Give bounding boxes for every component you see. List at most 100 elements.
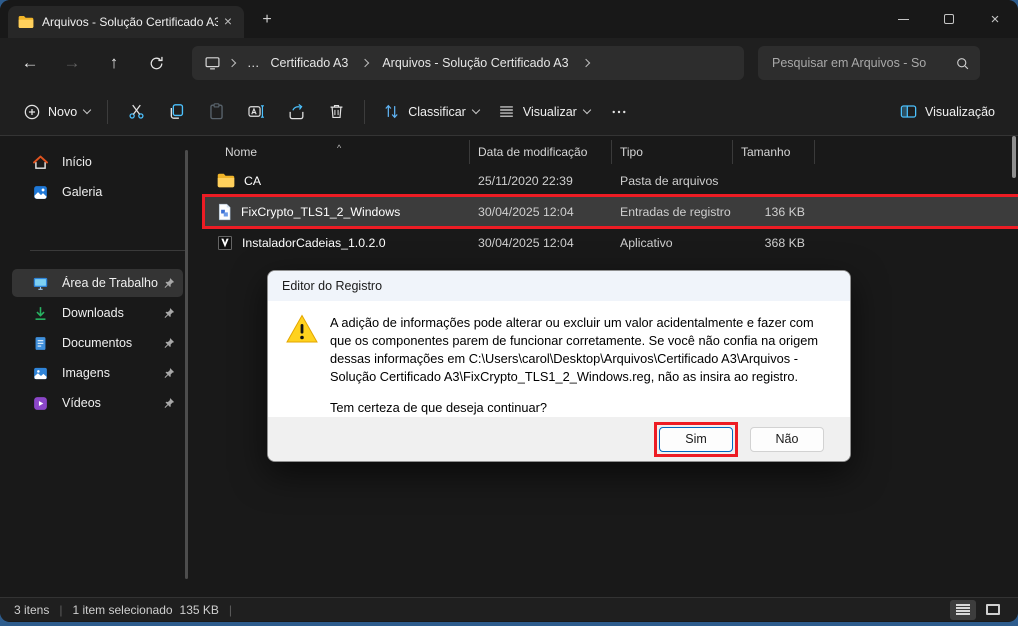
content-scrollbar[interactable] [1012, 136, 1016, 178]
divider [107, 100, 108, 124]
column-header-tamanho[interactable]: Tamanho [733, 140, 815, 164]
search-input[interactable] [772, 56, 955, 70]
yes-button[interactable]: Sim [659, 427, 733, 452]
column-header-data[interactable]: Data de modificação [470, 140, 612, 164]
dialog-footer: Sim Não [268, 417, 850, 461]
warning-icon [286, 314, 318, 417]
share-button[interactable] [276, 95, 316, 129]
downloads-icon [32, 305, 49, 322]
minimize-button[interactable] [880, 0, 926, 38]
sidebar-item-label: Vídeos [62, 396, 162, 410]
delete-button[interactable] [316, 95, 356, 129]
sidebar-scrollbar[interactable] [185, 150, 188, 579]
file-name: InstaladorCadeias_1.0.2.0 [242, 236, 386, 250]
view-button-label: Visualizar [523, 105, 577, 119]
chevron-down-icon [83, 105, 91, 113]
view-button[interactable]: Visualizar [488, 96, 599, 127]
active-tab[interactable]: Arquivos - Solução Certificado A3 × [8, 6, 244, 38]
details-view-button[interactable] [950, 600, 976, 620]
file-type: Aplicativo [612, 236, 733, 250]
breadcrumb-item[interactable]: Certificado A3 [265, 56, 355, 70]
desktop-icon [32, 275, 49, 292]
new-button-label: Novo [48, 105, 77, 119]
navigation-bar: ← → ↑ … Certificado A3 Arquivos - Soluçã… [0, 38, 1018, 88]
sidebar-item-label: Documentos [62, 336, 162, 350]
large-icons-view-icon [986, 604, 1000, 615]
dialog-titlebar: Editor do Registro [268, 271, 850, 301]
file-modified: 30/04/2025 12:04 [470, 236, 612, 250]
sort-ascending-icon: ^ [337, 136, 341, 160]
new-button[interactable]: Novo [14, 97, 99, 127]
cut-button[interactable] [116, 95, 156, 129]
sidebar-item-label: Área de Trabalho [62, 276, 162, 290]
chevron-right-icon [361, 59, 369, 67]
pin-icon [162, 337, 175, 350]
plus-circle-icon [23, 103, 41, 121]
documents-icon [32, 335, 49, 352]
tab-close-icon[interactable]: × [218, 12, 238, 32]
view-lines-icon [497, 102, 516, 121]
chevron-right-icon [228, 59, 236, 67]
breadcrumb-item-current[interactable]: Arquivos - Solução Certificado A3 [376, 56, 574, 70]
tab-bar: Arquivos - Solução Certificado A3 × + × [0, 0, 1018, 38]
close-button[interactable]: × [972, 0, 1018, 38]
item-count: 3 itens [14, 603, 49, 617]
status-bar: 3 itens | 1 item selecionado 135 KB | [0, 597, 1018, 621]
selection-size: 135 KB [180, 603, 219, 617]
table-row-fixcrypto[interactable]: FixCrypto_TLS1_2_Windows 30/04/2025 12:0… [205, 197, 1018, 226]
sidebar-item-documentos[interactable]: Documentos [12, 329, 183, 357]
column-header-tipo[interactable]: Tipo [612, 140, 733, 164]
file-type: Entradas de registro [612, 205, 733, 219]
sidebar-item-videos[interactable]: Vídeos [12, 389, 183, 417]
this-pc-icon[interactable] [204, 55, 221, 71]
large-icons-view-button[interactable] [980, 600, 1006, 620]
maximize-button[interactable] [926, 0, 972, 38]
sidebar-item-galeria[interactable]: Galeria [12, 178, 183, 206]
pin-icon [162, 367, 175, 380]
command-bar: Novo Classificar [0, 88, 1018, 136]
more-options-button[interactable] [599, 95, 639, 129]
sidebar-item-downloads[interactable]: Downloads [12, 299, 183, 327]
sort-arrows-icon [382, 102, 401, 121]
preview-pane-icon [899, 102, 918, 121]
annotation-box-yes-button: Sim [654, 422, 738, 457]
app-icon [217, 235, 233, 251]
no-button[interactable]: Não [750, 427, 824, 452]
details-view-icon [956, 604, 970, 616]
sidebar-item-inicio[interactable]: Início [12, 148, 183, 176]
refresh-button[interactable] [138, 46, 174, 80]
search-icon[interactable] [955, 56, 970, 71]
sidebar-item-imagens[interactable]: Imagens [12, 359, 183, 387]
address-bar[interactable]: … Certificado A3 Arquivos - Solução Cert… [192, 46, 744, 80]
window-controls: × [880, 0, 1018, 38]
table-row-instalador[interactable]: InstaladorCadeias_1.0.2.0 30/04/2025 12:… [205, 228, 1018, 257]
file-modified: 30/04/2025 12:04 [470, 205, 612, 219]
divider: | [229, 603, 232, 617]
sidebar-item-area-de-trabalho[interactable]: Área de Trabalho [12, 269, 183, 297]
gallery-icon [32, 184, 49, 201]
back-button[interactable]: ← [12, 46, 48, 80]
file-type: Pasta de arquivos [612, 174, 733, 188]
folder-icon [18, 15, 34, 29]
copy-button[interactable] [156, 95, 196, 129]
registry-file-icon [217, 203, 232, 221]
breadcrumb-ellipsis[interactable]: … [243, 56, 265, 70]
paste-button [196, 95, 236, 129]
sort-button[interactable]: Classificar [373, 96, 488, 127]
forward-button: → [54, 46, 90, 80]
videos-icon [32, 395, 49, 412]
sort-button-label: Classificar [408, 105, 466, 119]
preview-pane-button[interactable]: Visualização [890, 96, 1004, 127]
rename-button[interactable] [236, 95, 276, 129]
divider [364, 100, 365, 124]
folder-icon [217, 173, 235, 188]
chevron-down-icon [472, 105, 480, 113]
dialog-message: A adição de informações pode alterar ou … [330, 314, 828, 386]
new-tab-button[interactable]: + [254, 8, 280, 34]
column-header-nome[interactable]: Nome ^ [205, 140, 470, 164]
sidebar-item-label: Início [62, 155, 175, 169]
table-row-ca[interactable]: CA 25/11/2020 22:39 Pasta de arquivos [205, 166, 1018, 195]
up-button[interactable]: ↑ [96, 46, 132, 80]
search-box[interactable] [758, 46, 980, 80]
file-size: 368 KB [733, 236, 815, 250]
